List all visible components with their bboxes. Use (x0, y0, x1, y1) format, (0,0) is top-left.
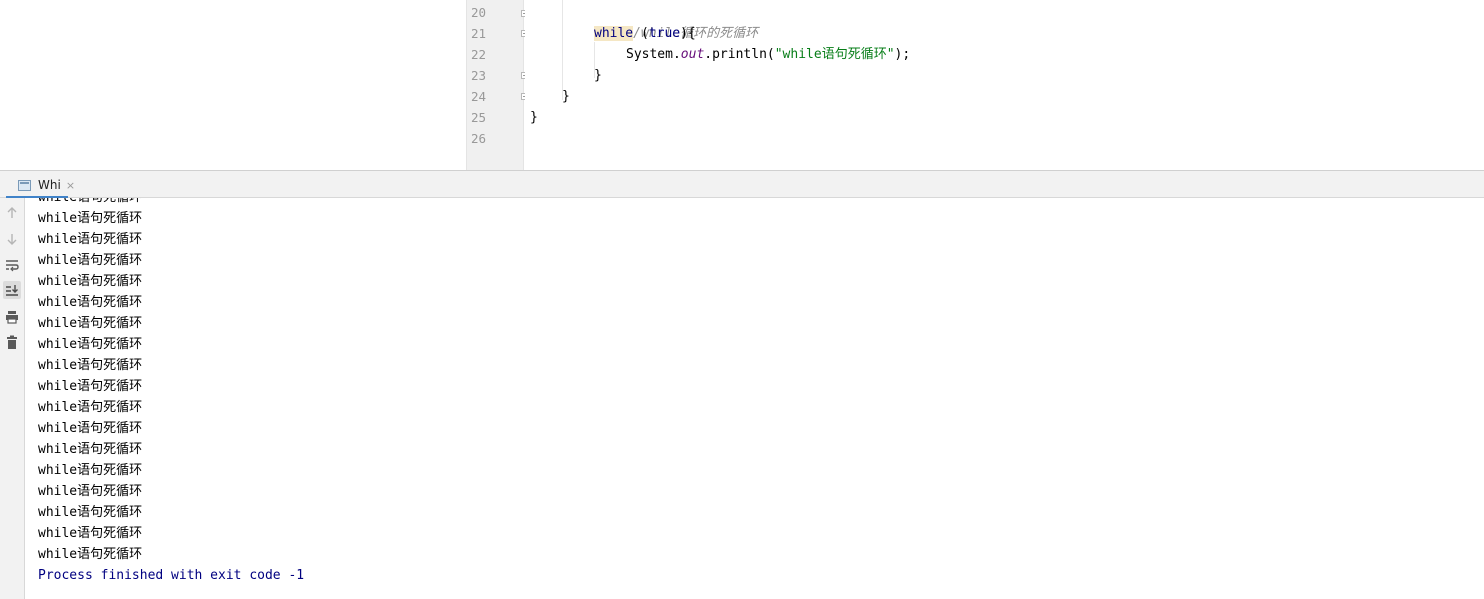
console-line: while语句死循环 (38, 547, 143, 562)
console-line: while语句死循环 (38, 505, 143, 520)
scroll-to-end-icon[interactable] (3, 281, 21, 299)
line-number: 26 (471, 131, 487, 146)
console-output[interactable]: while语句死循环 while语句死循环 while语句死循环 while语句… (25, 198, 1484, 599)
run-side-toolbar (0, 198, 25, 599)
run-tab[interactable]: Whi × (18, 176, 75, 194)
print-icon[interactable] (3, 308, 21, 326)
code-line-25: } (530, 107, 538, 128)
keyword-true: true (648, 26, 681, 41)
code-class-name: System. (626, 47, 681, 62)
code-punct: ){ (680, 26, 696, 41)
console-line: while语句死循环 (38, 463, 143, 478)
console-line: while语句死循环 (38, 421, 143, 436)
arrow-down-icon[interactable] (3, 230, 21, 248)
console-line: while语句死循环 (38, 526, 143, 541)
code-punct: ( (633, 26, 649, 41)
arrow-up-icon[interactable] (3, 204, 21, 222)
code-line-21: while (true){ (594, 23, 696, 44)
console-line: while语句死循环 (38, 232, 143, 247)
code-method-call: .println( (704, 47, 775, 62)
editor-gutter: 20 21 22 23 24 25 26 (466, 0, 528, 170)
trash-icon[interactable] (3, 333, 21, 351)
run-tab-label: Whi (38, 178, 61, 192)
console-line: while语句死循环 (38, 379, 143, 394)
keyword-while: while (594, 26, 634, 41)
console-line: while语句死循环 (38, 400, 143, 415)
console-line: while语句死循环 (38, 211, 143, 226)
console-line: while语句死循环 (38, 358, 143, 373)
line-number: 22 (471, 47, 487, 62)
code-brace: } (530, 110, 538, 125)
close-icon[interactable]: × (66, 179, 75, 192)
line-number: 23 (471, 68, 487, 83)
code-punct: ); (894, 47, 911, 62)
editor-left-empty-area (0, 0, 466, 170)
code-line-23: } (594, 65, 602, 86)
console-line: while语句死循环 (38, 198, 142, 208)
line-number: 25 (471, 110, 487, 125)
code-line-22: System.out.println("while语句死循环"); (626, 44, 910, 65)
console-line: while语句死循环 (38, 337, 143, 352)
code-brace: } (594, 68, 602, 83)
code-line-24: } (562, 86, 570, 107)
code-line-20: //while循环的死循环 (594, 2, 758, 41)
code-editor[interactable]: //while循环的死循环 while (true){ System.out.p… (525, 0, 1484, 170)
line-number: 24 (471, 89, 487, 104)
console-line: while语句死循环 (38, 484, 143, 499)
code-string-literal: "while语句死循环" (774, 47, 895, 62)
process-finished-message: Process finished with exit code -1 (38, 568, 305, 583)
console-line: while语句死循环 (38, 295, 143, 310)
console-line: while语句死循环 (38, 316, 143, 331)
console-line: while语句死循环 (38, 442, 143, 457)
line-number: 20 (471, 5, 487, 20)
run-panel-header: Whi × (0, 170, 1484, 198)
code-brace: } (562, 89, 570, 104)
soft-wrap-icon[interactable] (3, 256, 21, 274)
console-icon (18, 179, 31, 191)
console-line: while语句死循环 (38, 253, 143, 268)
console-line: while语句死循环 (38, 274, 143, 289)
indent-guide (562, 0, 563, 100)
line-number: 21 (471, 26, 487, 41)
code-field-out: out (680, 47, 705, 62)
